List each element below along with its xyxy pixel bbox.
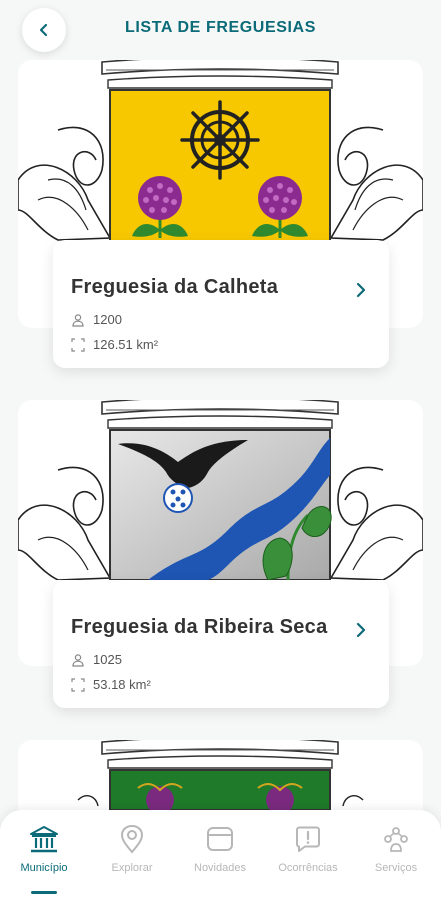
nav-item-novidades[interactable]: Novidades (176, 824, 264, 900)
active-indicator (31, 891, 57, 894)
coat-of-arms-partial (77, 740, 364, 810)
news-icon (207, 827, 233, 851)
services-icon (384, 827, 408, 852)
bottom-nav: Município Explorar Novidades Ocorrências (0, 810, 441, 900)
page-title: LISTA DE FREGUESIAS (125, 19, 316, 36)
area-value: 53.18 km² (93, 677, 151, 692)
nav-label: Explorar (111, 862, 153, 874)
app: LISTA DE FREGUESIAS Freguesia da Calheta… (0, 0, 441, 900)
alert-chat-icon (296, 826, 320, 852)
population-row: 1200 (71, 312, 122, 327)
area-icon (71, 337, 85, 352)
parish-info[interactable]: Freguesia da Calheta 1200 126.51 km² (53, 240, 389, 368)
nav-label: Serviços (374, 862, 418, 874)
map-pin-icon (120, 824, 144, 854)
nav-item-ocorrencias[interactable]: Ocorrências (264, 824, 352, 900)
parish-info[interactable]: Freguesia da Ribeira Seca 1025 53.18 km² (53, 580, 389, 708)
parish-name: Freguesia da Ribeira Seca (71, 616, 328, 638)
area-icon (71, 677, 85, 692)
nav-label: Ocorrências (278, 862, 338, 874)
area-value: 126.51 km² (93, 337, 159, 352)
nav-item-explorar[interactable]: Explorar (88, 824, 176, 900)
chevron-right-icon[interactable] (351, 280, 371, 300)
area-row: 53.18 km² (71, 677, 151, 692)
parish-name: Freguesia da Calheta (71, 276, 279, 298)
population-value: 1025 (93, 652, 122, 667)
nav-item-municipio[interactable]: Município (0, 824, 88, 900)
person-icon (72, 653, 84, 667)
town-hall-icon (30, 826, 58, 853)
population-value: 1200 (93, 312, 122, 327)
chevron-right-icon[interactable] (351, 620, 371, 640)
coat-of-arms-ribeira-seca (18, 400, 423, 580)
population-row: 1025 (71, 652, 122, 667)
header: LISTA DE FREGUESIAS (0, 0, 441, 60)
area-row: 126.51 km² (71, 337, 158, 352)
nav-item-servicos[interactable]: Serviços (352, 824, 440, 900)
nav-label: Novidades (194, 862, 246, 874)
person-icon (72, 313, 84, 327)
coat-of-arms-calheta (18, 60, 423, 250)
nav-label: Município (20, 862, 68, 874)
